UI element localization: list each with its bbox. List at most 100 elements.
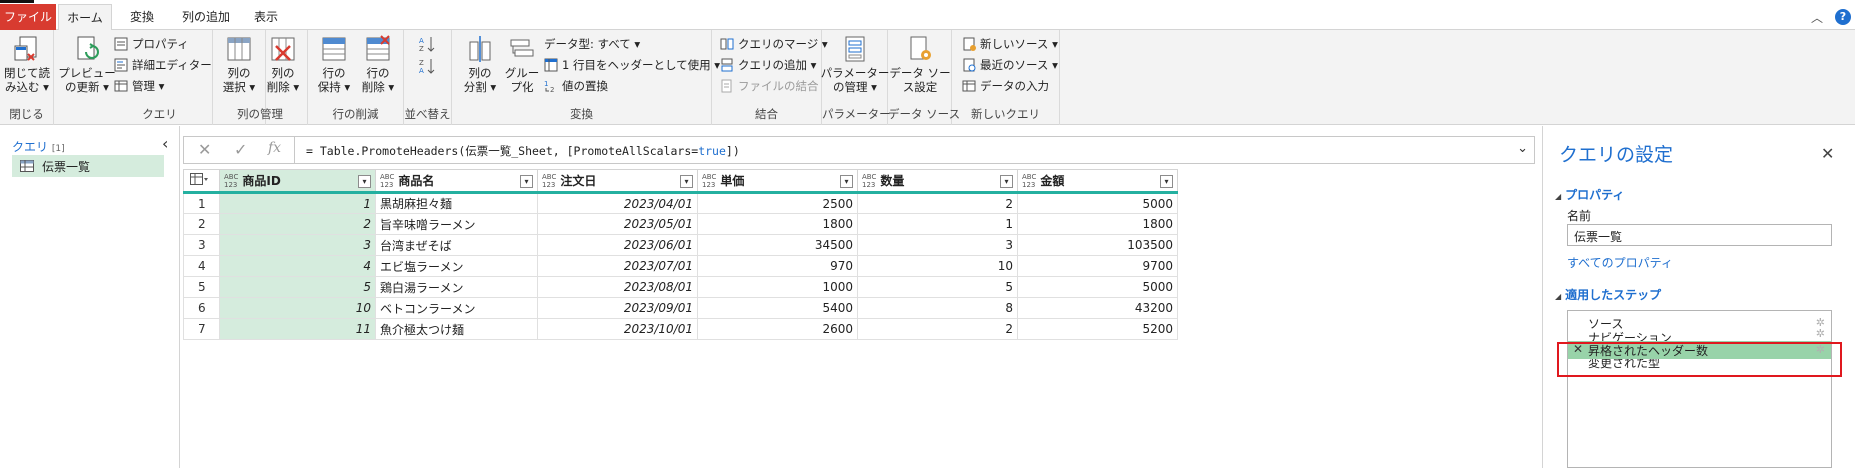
manage-parameters-button[interactable]: パラメーター の管理 ▾	[821, 34, 889, 94]
row-number[interactable]: 2	[183, 213, 220, 235]
split-column-button[interactable]: 列の 分割 ▾	[460, 34, 500, 94]
tab-transform[interactable]: 変換	[117, 4, 167, 30]
cell-price[interactable]: 2500	[697, 192, 858, 214]
cell-name[interactable]: 鶏白湯ラーメン	[375, 276, 538, 298]
cell-date[interactable]: 2023/10/01	[537, 318, 698, 340]
append-queries-button[interactable]: クエリの追加 ▾	[720, 55, 816, 75]
keep-rows-button[interactable]: 行の 保持 ▾	[314, 34, 354, 94]
cell-qty[interactable]: 2	[857, 318, 1018, 340]
cell-name[interactable]: 黒胡麻担々麺	[375, 192, 538, 214]
replace-values-button[interactable]: 12 値の置換	[544, 76, 608, 96]
formula-text[interactable]: = Table.PromoteHeaders(伝票一覧_Sheet, [Prom…	[306, 143, 740, 159]
confirm-formula-icon[interactable]: ✓	[234, 140, 247, 159]
cell-id[interactable]: 3	[219, 234, 376, 256]
cell-qty[interactable]: 1	[857, 213, 1018, 235]
tab-view[interactable]: 表示	[246, 4, 286, 30]
column-header-qty[interactable]: ABC 123 数量 ▾	[857, 169, 1018, 194]
refresh-preview-button[interactable]: プレビュー の更新 ▾	[58, 34, 116, 94]
use-first-row-as-headers-button[interactable]: 1 行目をヘッダーとして使用 ▾	[544, 55, 720, 75]
column-filter-icon[interactable]: ▾	[840, 175, 853, 188]
cell-name[interactable]: 魚介極太つけ麺	[375, 318, 538, 340]
collapse-pane-icon[interactable]: ‹	[162, 134, 168, 153]
row-number[interactable]: 1	[183, 192, 220, 214]
cell-date[interactable]: 2023/09/01	[537, 297, 698, 319]
cell-qty[interactable]: 8	[857, 297, 1018, 319]
column-header-amount[interactable]: ABC 123 金額 ▾	[1017, 169, 1178, 194]
column-filter-icon[interactable]: ▾	[1000, 175, 1013, 188]
properties-section-header[interactable]: ◢ プロパティ	[1555, 186, 1624, 203]
cell-date[interactable]: 2023/08/01	[537, 276, 698, 298]
column-header-date[interactable]: ABC 123 注文日 ▾	[537, 169, 698, 194]
cell-amount[interactable]: 103500	[1017, 234, 1178, 256]
row-number[interactable]: 6	[183, 297, 220, 319]
row-number[interactable]: 5	[183, 276, 220, 298]
cell-amount[interactable]: 1800	[1017, 213, 1178, 235]
collapse-ribbon-icon[interactable]: ︿	[1811, 9, 1823, 26]
cell-date[interactable]: 2023/07/01	[537, 255, 698, 277]
enter-data-button[interactable]: データの入力	[962, 76, 1049, 96]
cell-name[interactable]: 旨辛味噌ラーメン	[375, 213, 538, 235]
cell-id[interactable]: 11	[219, 318, 376, 340]
column-filter-icon[interactable]: ▾	[680, 175, 693, 188]
name-field[interactable]: 伝票一覧	[1567, 224, 1832, 246]
remove-rows-button[interactable]: 行の 削除 ▾	[358, 34, 398, 94]
expand-formula-icon[interactable]: ⌄	[1517, 141, 1528, 156]
row-number[interactable]: 4	[183, 255, 220, 277]
cell-price[interactable]: 5400	[697, 297, 858, 319]
tab-home[interactable]: ホーム	[58, 4, 112, 31]
cell-date[interactable]: 2023/05/01	[537, 213, 698, 235]
cell-amount[interactable]: 9700	[1017, 255, 1178, 277]
cell-qty[interactable]: 5	[857, 276, 1018, 298]
column-header-price[interactable]: ABC 123 単価 ▾	[697, 169, 858, 194]
cell-id[interactable]: 1	[219, 192, 376, 214]
tab-file[interactable]: ファイル	[0, 4, 56, 30]
all-properties-link[interactable]: すべてのプロパティ	[1567, 254, 1673, 271]
cell-price[interactable]: 1000	[697, 276, 858, 298]
cell-price[interactable]: 1800	[697, 213, 858, 235]
combine-files-button[interactable]: ファイルの結合	[720, 76, 819, 96]
cell-amount[interactable]: 43200	[1017, 297, 1178, 319]
cell-amount[interactable]: 5000	[1017, 276, 1178, 298]
cell-price[interactable]: 2600	[697, 318, 858, 340]
merge-queries-button[interactable]: クエリのマージ ▾	[720, 34, 828, 54]
gear-icon[interactable]: ✲	[1816, 329, 1825, 340]
data-type-dropdown[interactable]: データ型: すべて ▾	[544, 34, 640, 54]
cell-id[interactable]: 5	[219, 276, 376, 298]
advanced-editor-button[interactable]: 詳細エディター	[114, 55, 212, 75]
cancel-formula-icon[interactable]: ✕	[198, 140, 211, 159]
column-filter-icon[interactable]: ▾	[1160, 175, 1173, 188]
cell-price[interactable]: 34500	[697, 234, 858, 256]
applied-steps-header[interactable]: ◢ 適用したステップ	[1555, 286, 1661, 303]
cell-amount[interactable]: 5200	[1017, 318, 1178, 340]
remove-columns-button[interactable]: 列の 削除 ▾	[263, 34, 303, 94]
close-and-load-button[interactable]: 閉じて読 み込む ▾	[4, 34, 50, 94]
cell-id[interactable]: 4	[219, 255, 376, 277]
column-header-id[interactable]: ABC 123 商品ID ▾	[219, 169, 376, 194]
close-icon[interactable]: ✕	[1821, 144, 1834, 163]
column-filter-icon[interactable]: ▾	[358, 175, 371, 188]
column-filter-icon[interactable]: ▾	[520, 175, 533, 188]
cell-amount[interactable]: 5000	[1017, 192, 1178, 214]
sort-descending-button[interactable]: ZA	[418, 56, 436, 76]
fx-icon[interactable]: fx	[268, 140, 281, 156]
gear-icon[interactable]: ✲	[1816, 316, 1825, 329]
column-header-name[interactable]: ABC 123 商品名 ▾	[375, 169, 538, 194]
recent-sources-button[interactable]: 最近のソース ▾	[962, 55, 1058, 75]
group-by-button[interactable]: グルー プ化	[502, 34, 542, 94]
new-source-button[interactable]: 新しいソース ▾	[962, 34, 1058, 54]
cell-name[interactable]: ベトコンラーメン	[375, 297, 538, 319]
cell-qty[interactable]: 10	[857, 255, 1018, 277]
row-number[interactable]: 3	[183, 234, 220, 256]
cell-price[interactable]: 970	[697, 255, 858, 277]
cell-id[interactable]: 10	[219, 297, 376, 319]
cell-qty[interactable]: 2	[857, 192, 1018, 214]
cell-name[interactable]: 台湾まぜそば	[375, 234, 538, 256]
sort-ascending-button[interactable]: AZ	[418, 34, 436, 54]
properties-button[interactable]: プロパティ	[114, 34, 189, 54]
manage-button[interactable]: 管理 ▾	[114, 76, 164, 96]
step-item[interactable]: ナビゲーション ✲	[1568, 329, 1831, 341]
cell-date[interactable]: 2023/04/01	[537, 192, 698, 214]
help-icon[interactable]: ?	[1835, 9, 1851, 25]
cell-date[interactable]: 2023/06/01	[537, 234, 698, 256]
table-menu-corner[interactable]	[183, 169, 220, 194]
